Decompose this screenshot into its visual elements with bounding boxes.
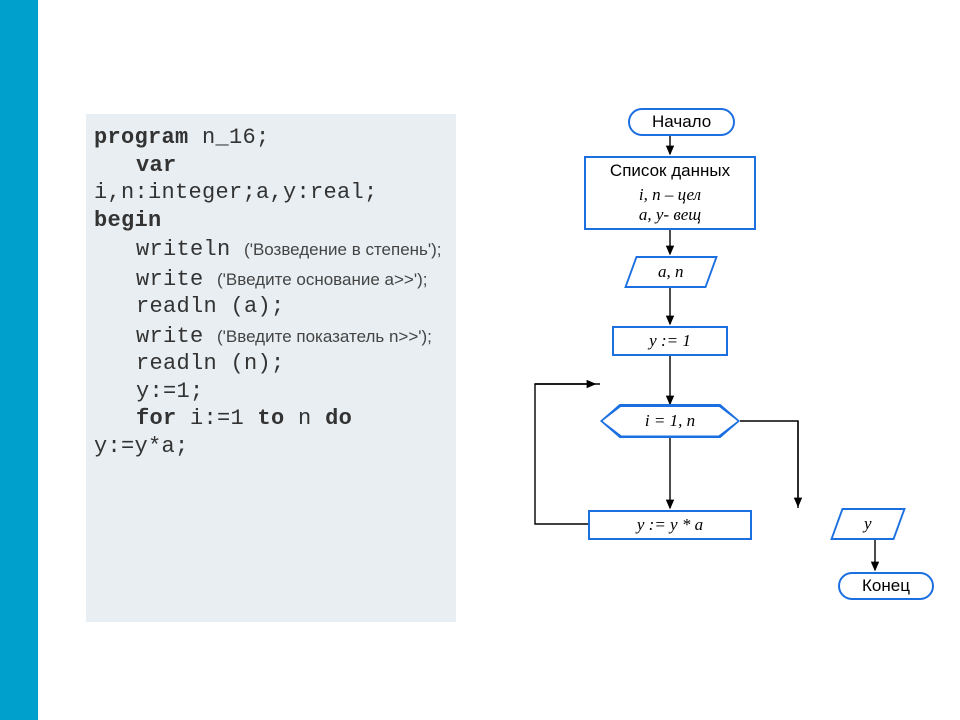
node-label: a, n: [658, 262, 684, 282]
code-text: n: [285, 406, 326, 431]
code-text: readln (a);: [136, 293, 448, 321]
pascal-code-block: program n_16; var i,n:integer;a,y:real; …: [86, 114, 456, 622]
kw-to: to: [258, 406, 285, 431]
flow-data-vars: i, n – цел a, y- вещ: [584, 182, 756, 230]
code-text: i,n:integer;a,y:real;: [94, 179, 448, 207]
node-label: Список данных: [610, 161, 730, 180]
node-label: y := y * a: [637, 515, 703, 534]
flowchart: Начало Список данных i, n – цел a, y- ве…: [480, 104, 950, 684]
node-label: Начало: [652, 112, 711, 131]
node-label: i, n – цел: [639, 185, 701, 204]
flow-start: Начало: [628, 108, 735, 136]
node-label: Конец: [862, 576, 910, 595]
code-text: readln (n);: [136, 350, 448, 378]
node-label: y := 1: [649, 331, 691, 350]
left-accent-bar: [0, 0, 38, 720]
code-text: n_16;: [189, 125, 270, 150]
kw-for: for: [136, 406, 177, 431]
code-text: write: [136, 324, 217, 349]
code-text: y:=y*a;: [94, 433, 448, 461]
kw-do: do: [325, 406, 352, 431]
string-literal: ('Введите основание a>>');: [217, 270, 427, 289]
string-literal: ('Введите показатель n>>');: [217, 327, 432, 346]
flow-loop: i = 1, n: [600, 404, 740, 438]
node-label: y: [864, 514, 872, 534]
flow-end: Конец: [838, 572, 934, 600]
kw-begin: begin: [94, 208, 162, 233]
flow-init: y := 1: [612, 326, 728, 356]
node-label: i = 1, n: [645, 411, 695, 431]
flow-body: y := y * a: [588, 510, 752, 540]
code-text: write: [136, 267, 217, 292]
node-label: a, y- вещ: [639, 205, 701, 224]
kw-var: var: [136, 153, 177, 178]
code-text: writeln: [136, 237, 244, 262]
code-text: i:=1: [177, 406, 258, 431]
flow-output: y: [830, 508, 905, 540]
kw-program: program: [94, 125, 189, 150]
code-text: y:=1;: [136, 378, 448, 406]
string-literal: ('Возведение в степень');: [244, 240, 442, 259]
flow-input: a, n: [624, 256, 717, 288]
